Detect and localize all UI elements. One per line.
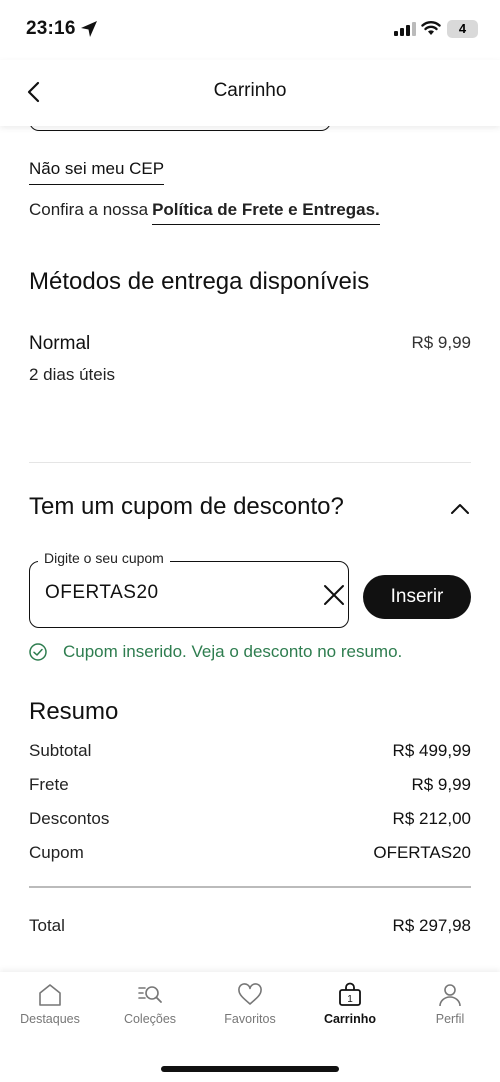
coupon-success-message: Cupom inserido. Veja o desconto no resum…	[63, 642, 403, 661]
summary-label: Subtotal	[29, 741, 92, 760]
summary-label: Frete	[29, 775, 69, 794]
clear-icon[interactable]	[322, 583, 346, 607]
total-label: Total	[29, 916, 65, 935]
tab-label: Coleções	[123, 1012, 177, 1026]
unknown-cep-link[interactable]: Não sei meu CEP	[29, 159, 165, 185]
status-bar: 23:16 4	[0, 0, 500, 60]
delivery-methods-title: Métodos de entrega disponíveis	[29, 268, 370, 295]
summary-title: Resumo	[29, 698, 119, 725]
check-circle-icon	[29, 643, 47, 661]
location-arrow-icon	[81, 21, 97, 37]
page-title: Carrinho	[213, 80, 287, 101]
cart-bag-icon: 1	[339, 982, 361, 1006]
summary-divider	[29, 886, 471, 888]
summary-value: OFERTAS20	[373, 843, 471, 862]
summary-row-total: Total R$ 297,98	[29, 916, 471, 936]
shipping-method-name: Normal	[29, 333, 91, 354]
status-time: 23:16	[26, 18, 76, 39]
profile-icon	[439, 984, 461, 1007]
summary-row-shipping: Frete R$ 9,99	[29, 775, 471, 795]
shipping-policy-prefix: Confira a nossa	[29, 200, 149, 219]
summary-value: R$ 212,00	[392, 809, 471, 828]
tab-destaques[interactable]: Destaques	[0, 982, 100, 1026]
tab-perfil[interactable]: Perfil	[400, 982, 500, 1026]
tab-label: Carrinho	[323, 1012, 377, 1026]
coupon-input-value[interactable]: OFERTAS20	[45, 582, 159, 604]
battery-indicator: 4	[447, 20, 478, 38]
tab-label: Perfil	[435, 1012, 465, 1026]
collections-search-icon	[138, 986, 162, 1003]
section-divider	[29, 462, 471, 463]
shipping-policy-text: Confira a nossa Política de Frete e Entre…	[29, 200, 380, 225]
insert-coupon-button[interactable]: Inserir	[363, 575, 471, 619]
tab-favoritos[interactable]: Favoritos	[200, 982, 300, 1026]
summary-label: Descontos	[29, 809, 110, 828]
navigation-bar: Carrinho	[0, 60, 500, 126]
total-value: R$ 297,98	[392, 916, 471, 935]
cellular-signal-icon	[394, 22, 416, 36]
shipping-policy-link[interactable]: Política de Frete e Entregas.	[152, 200, 380, 225]
shipping-method-days: 2 dias úteis	[29, 365, 115, 384]
summary-row-discounts: Descontos R$ 212,00	[29, 809, 471, 829]
summary-value: R$ 499,99	[392, 741, 471, 760]
tab-colecoes[interactable]: Coleções	[100, 982, 200, 1026]
tab-label: Favoritos	[224, 1012, 276, 1026]
heart-icon	[238, 983, 262, 1005]
wifi-icon	[421, 21, 441, 35]
summary-value: R$ 9,99	[411, 775, 471, 794]
coupon-input-label: Digite o seu cupom	[38, 550, 170, 566]
shipping-method-price: R$ 9,99	[411, 333, 471, 352]
home-icon	[39, 984, 61, 1006]
tab-label: Destaques	[20, 1012, 80, 1026]
cart-badge-count: 1	[347, 994, 353, 1005]
home-indicator[interactable]	[161, 1066, 339, 1072]
tab-carrinho[interactable]: 1 Carrinho	[300, 982, 400, 1026]
chevron-up-icon[interactable]	[450, 502, 470, 516]
summary-row-subtotal: Subtotal R$ 499,99	[29, 741, 471, 761]
coupon-section-title[interactable]: Tem um cupom de desconto?	[29, 493, 344, 521]
summary-label: Cupom	[29, 843, 84, 862]
summary-row-coupon: Cupom OFERTAS20	[29, 843, 471, 863]
